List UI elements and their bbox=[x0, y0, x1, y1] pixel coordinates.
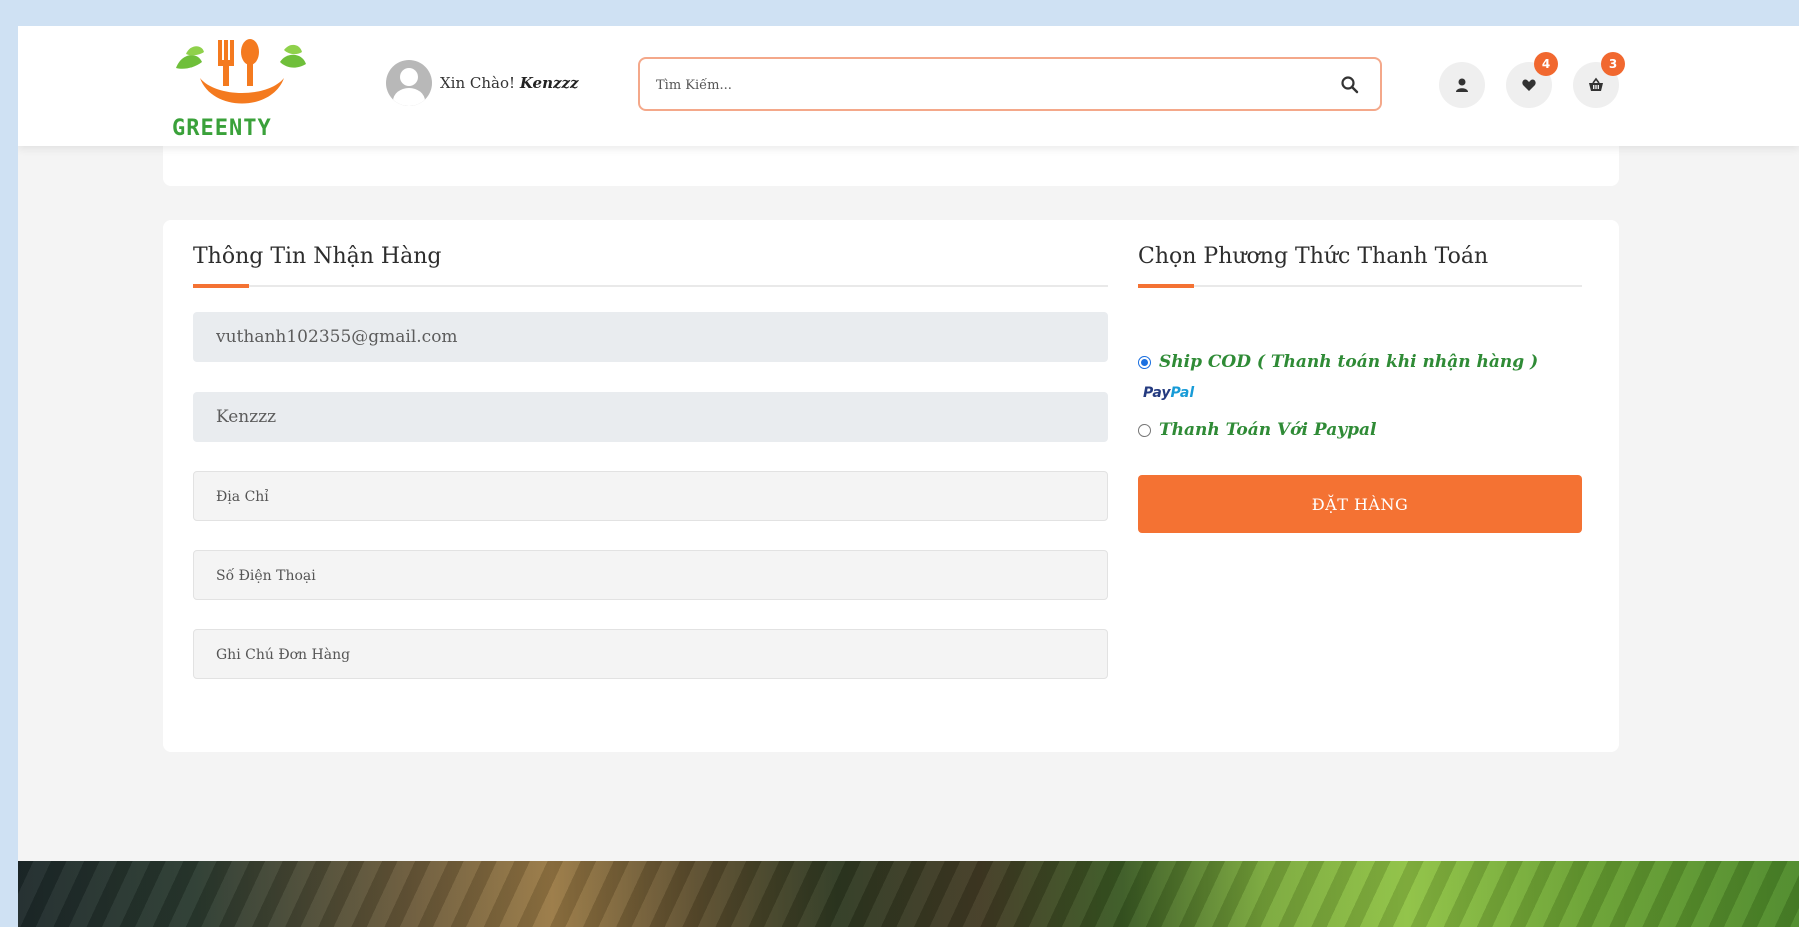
footer-vegetables-banner bbox=[18, 861, 1799, 927]
cod-radio[interactable] bbox=[1138, 355, 1151, 369]
search-box bbox=[638, 57, 1382, 111]
greeting-text: Xin Chào! Kenzzz bbox=[440, 74, 579, 92]
site-header: GREENTY Xin Chào! Kenzzz Tìm Kiếm... 4 3 bbox=[18, 26, 1799, 146]
payment-title-accent bbox=[1138, 284, 1194, 288]
paypal-radio[interactable] bbox=[1138, 423, 1151, 437]
paypal-logo: PayPal bbox=[1143, 385, 1194, 401]
logo-utensils-icon bbox=[176, 39, 306, 104]
account-button[interactable] bbox=[1439, 62, 1485, 108]
address-field[interactable] bbox=[193, 471, 1108, 521]
wishlist-count-badge: 4 bbox=[1534, 52, 1558, 76]
wishlist-button[interactable]: 4 bbox=[1506, 52, 1558, 108]
greeting-prefix: Xin Chào! bbox=[440, 74, 516, 92]
phone-field[interactable] bbox=[193, 550, 1108, 600]
paypal-logo-part2: Pal bbox=[1170, 385, 1195, 401]
site-logo[interactable]: GREENTY bbox=[172, 34, 312, 144]
previous-card-bottom bbox=[163, 146, 1619, 186]
shipping-title-accent bbox=[193, 284, 249, 288]
paypal-logo-part1: Pay bbox=[1143, 385, 1171, 401]
avatar[interactable] bbox=[386, 60, 432, 106]
heart-icon bbox=[1522, 79, 1536, 91]
paypal-label: Thanh Toán Với Paypal bbox=[1159, 420, 1377, 440]
user-greeting: Xin Chào! Kenzzz bbox=[386, 60, 579, 106]
place-order-button[interactable]: ĐẶT HÀNG bbox=[1138, 475, 1582, 533]
search-input[interactable] bbox=[656, 71, 1316, 99]
greeting-user-name: Kenzzz bbox=[519, 74, 579, 92]
payment-option-paypal[interactable]: Thanh Toán Với Paypal bbox=[1138, 420, 1376, 440]
payment-method-title: Chọn Phương Thức Thanh Toán bbox=[1138, 244, 1489, 269]
shipping-info-title: Thông Tin Nhận Hàng bbox=[193, 244, 442, 269]
search-icon[interactable] bbox=[1340, 75, 1360, 95]
user-icon bbox=[1456, 78, 1468, 92]
cart-button[interactable]: 3 bbox=[1573, 52, 1625, 108]
name-field[interactable] bbox=[193, 392, 1108, 442]
payment-title-divider bbox=[1138, 284, 1582, 288]
cod-label: Ship COD ( Thanh toán khi nhận hàng ) bbox=[1159, 352, 1539, 372]
email-field[interactable] bbox=[193, 312, 1108, 362]
cart-count-badge: 3 bbox=[1601, 52, 1625, 76]
logo-text: GREENTY bbox=[172, 116, 272, 141]
checkout-card: Thông Tin Nhận Hàng Chọn Phương Thức Tha… bbox=[163, 220, 1619, 752]
payment-option-cod[interactable]: Ship COD ( Thanh toán khi nhận hàng ) bbox=[1138, 352, 1538, 372]
basket-icon bbox=[1589, 77, 1603, 91]
order-note-field[interactable] bbox=[193, 629, 1108, 679]
shipping-title-divider bbox=[193, 284, 1108, 288]
page-frame: GREENTY Xin Chào! Kenzzz Tìm Kiếm... 4 3… bbox=[18, 26, 1799, 927]
